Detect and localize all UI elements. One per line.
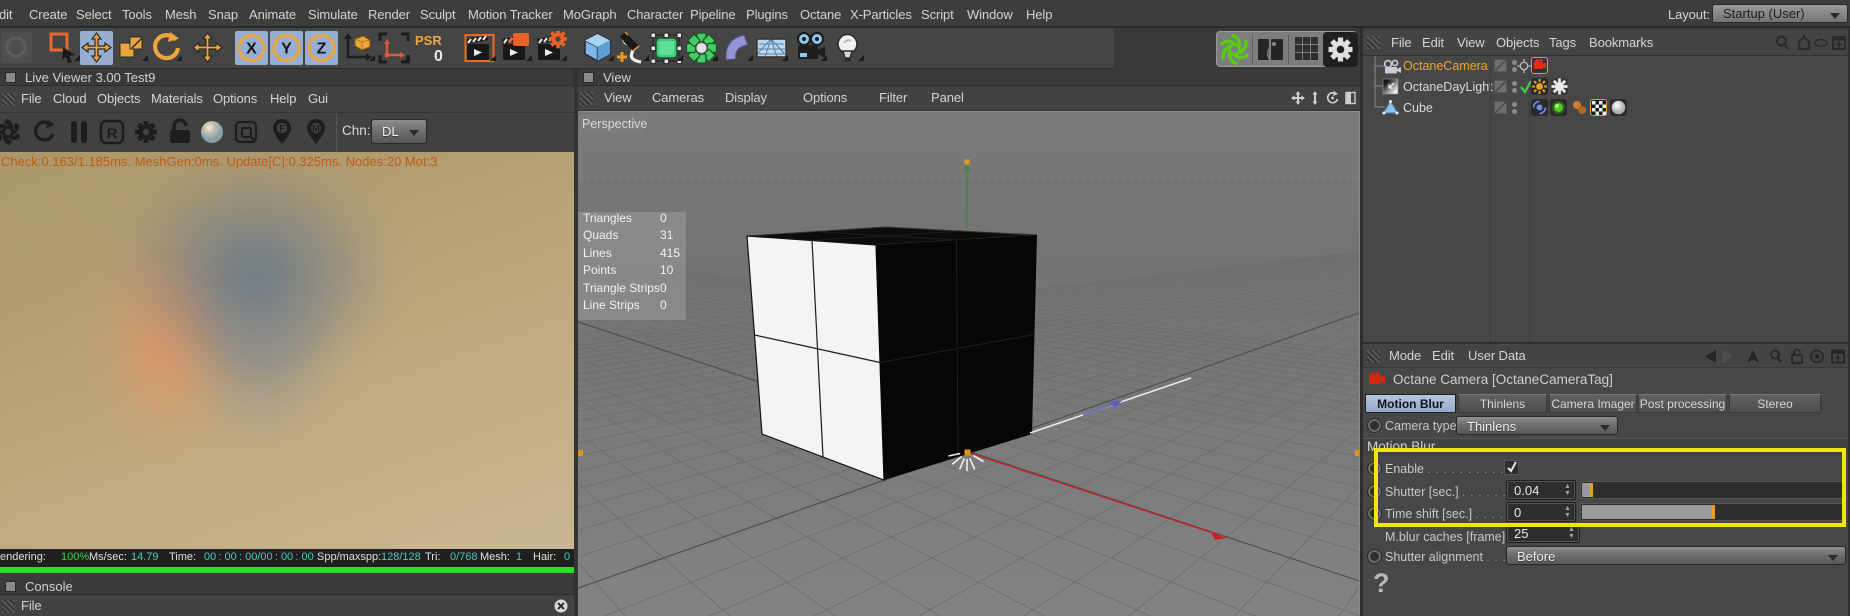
svg-text:X: X bbox=[246, 41, 257, 58]
svg-text:Points: Points bbox=[583, 263, 616, 277]
svg-text:PSR: PSR bbox=[415, 33, 442, 48]
svg-text:M: M bbox=[312, 124, 320, 134]
svg-text:Quads: Quads bbox=[583, 228, 618, 242]
svg-text:Lines: Lines bbox=[583, 246, 612, 260]
svg-text:Line Strips: Line Strips bbox=[583, 298, 640, 312]
svg-text:0: 0 bbox=[660, 298, 667, 312]
svg-text:0: 0 bbox=[434, 48, 443, 65]
svg-text:Z: Z bbox=[317, 41, 327, 58]
svg-text:Triangles: Triangles bbox=[583, 211, 632, 225]
svg-text:0: 0 bbox=[660, 211, 667, 225]
svg-text:Perspective: Perspective bbox=[582, 117, 647, 131]
svg-text:F: F bbox=[279, 124, 285, 134]
svg-text:Y: Y bbox=[281, 41, 292, 58]
svg-text:R: R bbox=[107, 126, 118, 143]
svg-text:0: 0 bbox=[660, 281, 667, 295]
svg-text:415: 415 bbox=[660, 246, 680, 260]
svg-text:10: 10 bbox=[660, 263, 674, 277]
svg-text:Triangle Strips: Triangle Strips bbox=[583, 281, 660, 295]
svg-text:31: 31 bbox=[660, 228, 674, 242]
